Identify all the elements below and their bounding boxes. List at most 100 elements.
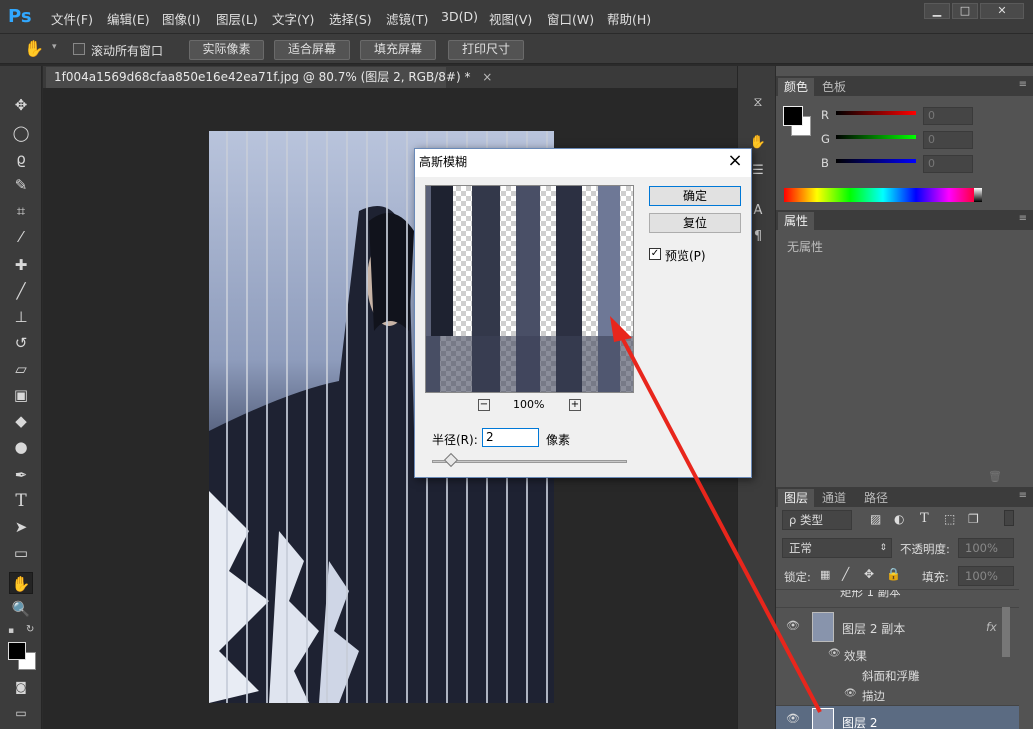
menu-layer[interactable]: 图层(L) [216,9,258,28]
zoom-out-button[interactable]: − [478,399,490,411]
tab-channels[interactable]: 通道 [816,489,852,507]
fill-field[interactable]: 100% [958,566,1014,586]
r-value-field[interactable]: 0 [923,107,973,125]
color-panel-menu-icon[interactable]: ≡ [1019,79,1027,90]
document-tab[interactable]: 1f004a1569d68cfaa850e16e42ea71f.jpg @ 80… [46,67,492,88]
dodge-icon[interactable]: ● [9,436,33,458]
close-window-button[interactable]: ✕ [980,3,1024,19]
lock-transparent-icon[interactable]: ▦ [820,568,830,581]
minimize-button[interactable]: ▁ [924,3,950,19]
move-tool-icon[interactable]: ✥ [9,94,33,116]
blur-icon[interactable]: ◆ [9,410,33,432]
lock-image-icon[interactable]: ╱ [842,567,849,581]
spectrum-ramp[interactable] [784,188,982,202]
eraser-icon[interactable]: ▱ [9,358,33,380]
layer-row-partial[interactable]: 矩形 1 副本 [776,589,1019,607]
menu-select[interactable]: 选择(S) [329,9,372,28]
quick-select-icon[interactable]: ✎ [9,174,33,196]
hand-tool-icon[interactable]: ✋ [24,39,44,58]
effects-row[interactable]: 👁 效果 [776,645,1019,665]
b-slider[interactable] [836,159,916,163]
eyedropper-icon[interactable]: ⁄ [9,226,33,248]
foreground-color-swatch[interactable] [8,642,26,660]
dialog-close-icon[interactable]: × [725,151,745,171]
fit-screen-button[interactable]: 适合屏幕 [274,40,350,60]
menu-image[interactable]: 图像(I) [162,9,200,28]
menu-view[interactable]: 视图(V) [489,9,532,28]
radius-input[interactable]: 2 [482,428,539,447]
layer-row-selected[interactable]: 👁 图层 2 [776,705,1019,729]
restore-button[interactable]: □ [952,3,978,19]
effect-bevel-row[interactable]: 斜面和浮雕 [776,665,1019,685]
filter-toggle[interactable] [1004,510,1014,526]
lasso-icon[interactable]: ϱ [9,148,33,170]
opacity-field[interactable]: 100% [958,538,1014,558]
reset-button[interactable]: 复位 [649,213,741,233]
ellipse-marquee-icon[interactable]: ◯ [9,122,33,144]
effect-stroke-row[interactable]: 👁 描边 [776,685,1019,705]
properties-trash-icon[interactable]: 🗑 [988,470,1002,483]
blur-preview[interactable] [425,185,634,393]
visibility-eye-icon[interactable]: 👁 [786,619,800,632]
visibility-eye-icon[interactable]: 👁 [786,712,800,725]
scroll-all-windows-checkbox[interactable] [73,43,85,55]
path-select-icon[interactable]: ➤ [9,516,33,538]
filter-shape-icon[interactable]: ⬚ [944,512,955,526]
preview-checkbox[interactable]: ✓ [649,248,661,260]
lock-position-icon[interactable]: ✥ [864,567,874,581]
menu-edit[interactable]: 编辑(E) [107,9,150,28]
print-size-button[interactable]: 打印尺寸 [448,40,524,60]
gradient-icon[interactable]: ▣ [9,384,33,406]
filter-type-icon[interactable]: T [920,511,929,526]
document-tab-close-icon[interactable]: × [482,70,492,84]
zoom-icon[interactable]: 🔍 [9,598,33,620]
layers-menu-icon[interactable]: ≡ [1019,490,1027,501]
layer-filter-dropdown[interactable]: ρ 类型 [782,510,852,530]
blend-mode-dropdown[interactable]: 正常 ⇕ [782,538,892,558]
tab-layers[interactable]: 图层 [778,489,815,507]
menu-filter[interactable]: 滤镜(T) [386,9,428,28]
spectrum-bw[interactable] [974,188,982,202]
stamp-icon[interactable]: ⊥ [9,306,33,328]
filter-pixel-icon[interactable]: ▨ [870,512,881,526]
actual-pixels-button[interactable]: 实际像素 [189,40,264,60]
ok-button[interactable]: 确定 [649,186,741,206]
g-slider[interactable] [836,135,916,139]
properties-menu-icon[interactable]: ≡ [1019,213,1027,224]
g-value-field[interactable]: 0 [923,131,973,149]
screen-mode-icon[interactable]: ▭ [9,702,33,724]
fx-icon[interactable]: fx [986,620,997,634]
pen-icon[interactable]: ✒ [9,464,33,486]
r-slider[interactable] [836,111,916,115]
menu-3d[interactable]: 3D(D) [441,9,478,24]
zoom-in-button[interactable]: + [569,399,581,411]
tab-swatches[interactable]: 色板 [816,78,852,96]
history-brush-icon[interactable]: ↺ [9,332,33,354]
default-colors-icon[interactable]: ▪ [8,626,14,636]
lock-all-icon[interactable]: 🔒 [886,567,901,581]
menu-help[interactable]: 帮助(H) [607,9,651,28]
tab-paths[interactable]: 路径 [858,489,894,507]
swap-colors-icon[interactable]: ↻ [26,624,34,635]
b-value-field[interactable]: 0 [923,155,973,173]
menu-type[interactable]: 文字(Y) [272,9,314,28]
tab-color[interactable]: 颜色 [778,78,815,96]
brush-icon[interactable]: ╱ [9,280,33,302]
healing-brush-icon[interactable]: ✚ [9,254,33,276]
radius-slider-track[interactable] [432,460,627,463]
filter-smart-icon[interactable]: ❐ [968,512,979,526]
stroke-eye-icon[interactable]: 👁 [844,688,857,699]
color-fg-swatch[interactable] [783,106,803,126]
history-panel-icon[interactable]: ⧖ [747,92,769,114]
menu-file[interactable]: 文件(F) [51,9,93,28]
layer-row-copy[interactable]: 👁 图层 2 副本 fx [776,607,1019,645]
layers-scrollbar[interactable] [1002,607,1010,657]
crop-icon[interactable]: ⌗ [9,200,33,222]
quick-mask-icon[interactable]: ◙ [9,676,33,698]
effects-eye-icon[interactable]: 👁 [828,648,841,659]
rectangle-icon[interactable]: ▭ [9,542,33,564]
radius-slider-thumb[interactable] [443,452,459,468]
menu-window[interactable]: 窗口(W) [547,9,594,28]
fill-screen-button[interactable]: 填充屏幕 [360,40,436,60]
filter-adjust-icon[interactable]: ◐ [894,512,904,526]
